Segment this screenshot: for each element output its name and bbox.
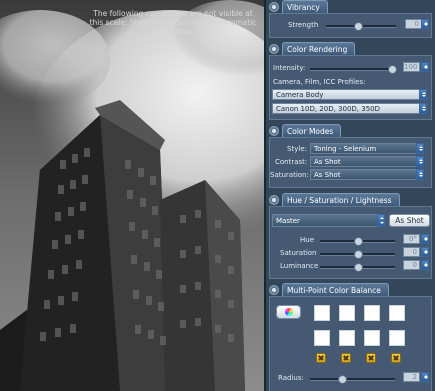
color-picker-button[interactable]	[276, 305, 301, 319]
luminance-slider[interactable]	[320, 263, 395, 272]
vibrancy-header[interactable]: Vibrancy	[266, 0, 328, 14]
profile-category-value: Camera Body	[276, 91, 324, 99]
color-swatch[interactable]	[389, 305, 405, 321]
multipoint-section: Multi-Point Color Balance Radius: 2	[266, 283, 435, 391]
color-rendering-header[interactable]: Color Rendering	[266, 42, 356, 56]
corrections-notice: The following corrections are not visibl…	[89, 9, 257, 36]
saturation-mode-value: As Shot	[314, 171, 341, 179]
strength-slider-knob[interactable]	[354, 22, 363, 31]
vibrancy-body: Strength 0	[269, 13, 432, 38]
luminance-slider-knob[interactable]	[354, 263, 363, 272]
strength-label: Strength	[288, 21, 319, 29]
color-modes-title: Color Modes	[282, 124, 342, 138]
hsl-saturation-stepper[interactable]	[421, 247, 429, 257]
remove-color-icon[interactable]	[391, 353, 401, 363]
color-modes-body: Style: Toning - Selenium Contrast: As Sh…	[269, 137, 432, 188]
profile-model-select[interactable]: Canon 10D, 20D, 300D, 350D	[272, 103, 427, 114]
hue-stepper[interactable]	[421, 234, 429, 244]
contrast-value: As Shot	[314, 158, 341, 166]
hsl-section: Hue / Saturation / Lightness Master As S…	[266, 193, 435, 279]
hsl-saturation-label: Saturation	[280, 249, 317, 257]
profile-model-value: Canon 10D, 20D, 300D, 350D	[276, 105, 381, 113]
hsl-saturation-slider[interactable]	[320, 250, 395, 259]
color-rendering-section: Color Rendering Intensity: 100 Camera, F…	[266, 42, 435, 120]
radius-value[interactable]: 2	[403, 372, 420, 382]
vibrancy-title: Vibrancy	[282, 0, 328, 14]
color-rendering-body: Intensity: 100 Camera, Film, ICC Profile…	[269, 55, 432, 120]
profiles-label: Camera, Film, ICC Profiles:	[273, 78, 366, 86]
saturation-label: Saturation:	[270, 171, 309, 179]
multipoint-body: Radius: 2	[269, 296, 432, 391]
remove-color-icon[interactable]	[316, 353, 326, 363]
strength-slider[interactable]	[326, 22, 396, 31]
style-value: Toning - Selenium	[314, 145, 377, 153]
channel-value: Master	[276, 217, 300, 225]
multipoint-title: Multi-Point Color Balance	[282, 283, 389, 297]
hsl-saturation-slider-knob[interactable]	[354, 250, 363, 259]
building-photo	[0, 0, 264, 391]
luminance-label: Luminance	[280, 262, 319, 270]
select-arrows-icon	[377, 214, 385, 227]
as-shot-button[interactable]: As Shot	[389, 214, 430, 227]
radius-label: Radius:	[278, 374, 304, 382]
color-swatch[interactable]	[339, 305, 355, 321]
select-arrows-icon	[416, 169, 424, 180]
contrast-select[interactable]: As Shot	[310, 156, 424, 167]
style-select[interactable]: Toning - Selenium	[310, 143, 424, 154]
color-rendering-title: Color Rendering	[282, 42, 356, 56]
multipoint-header[interactable]: Multi-Point Color Balance	[266, 283, 389, 297]
hue-value[interactable]: 0°	[403, 234, 420, 244]
enable-toggle-icon[interactable]	[269, 2, 279, 12]
radius-stepper[interactable]	[421, 372, 429, 382]
hue-slider[interactable]	[320, 237, 395, 246]
hsl-header[interactable]: Hue / Saturation / Lightness	[266, 193, 400, 207]
intensity-label: Intensity:	[273, 64, 306, 72]
intensity-value[interactable]: 100	[403, 62, 420, 72]
color-swatch[interactable]	[314, 305, 330, 321]
hsl-title: Hue / Saturation / Lightness	[282, 193, 400, 207]
enable-toggle-icon[interactable]	[269, 195, 279, 205]
strength-value[interactable]: 0	[405, 19, 422, 29]
color-wheel-icon	[284, 308, 293, 316]
color-swatch[interactable]	[364, 330, 380, 346]
enable-toggle-icon[interactable]	[269, 285, 279, 295]
enable-toggle-icon[interactable]	[269, 126, 279, 136]
select-arrows-icon	[419, 89, 427, 100]
correction-palette: Vibrancy Strength 0 Color Rendering Inte…	[266, 0, 435, 391]
saturation-select[interactable]: As Shot	[310, 169, 424, 180]
intensity-stepper[interactable]	[421, 62, 429, 72]
hsl-body: Master As Shot Hue 0° Saturation 0 Lumin…	[269, 206, 432, 279]
intensity-slider[interactable]	[310, 65, 397, 74]
channel-select[interactable]: Master	[272, 214, 385, 227]
color-modes-section: Color Modes Style: Toning - Selenium Con…	[266, 124, 435, 188]
select-arrows-icon	[416, 156, 424, 167]
radius-slider[interactable]	[310, 375, 395, 384]
vibrancy-section: Vibrancy Strength 0	[266, 0, 435, 38]
intensity-slider-knob[interactable]	[388, 65, 397, 74]
image-preview[interactable]: The following corrections are not visibl…	[0, 0, 264, 391]
enable-toggle-icon[interactable]	[269, 44, 279, 54]
color-swatch[interactable]	[339, 330, 355, 346]
strength-stepper[interactable]	[421, 19, 429, 29]
color-modes-header[interactable]: Color Modes	[266, 124, 342, 138]
style-label: Style:	[287, 145, 307, 153]
color-swatch[interactable]	[314, 330, 330, 346]
hue-slider-knob[interactable]	[354, 237, 363, 246]
select-arrows-icon	[416, 143, 424, 154]
remove-color-icon[interactable]	[366, 353, 376, 363]
hsl-saturation-value[interactable]: 0	[403, 247, 420, 257]
luminance-value[interactable]: 0	[403, 260, 420, 270]
select-arrows-icon	[419, 103, 427, 114]
profile-category-select[interactable]: Camera Body	[272, 89, 427, 100]
contrast-label: Contrast:	[275, 158, 308, 166]
color-swatch[interactable]	[364, 305, 380, 321]
remove-color-icon[interactable]	[341, 353, 351, 363]
color-swatch[interactable]	[389, 330, 405, 346]
luminance-stepper[interactable]	[421, 260, 429, 270]
hue-label: Hue	[300, 236, 315, 244]
radius-slider-knob[interactable]	[338, 375, 347, 384]
